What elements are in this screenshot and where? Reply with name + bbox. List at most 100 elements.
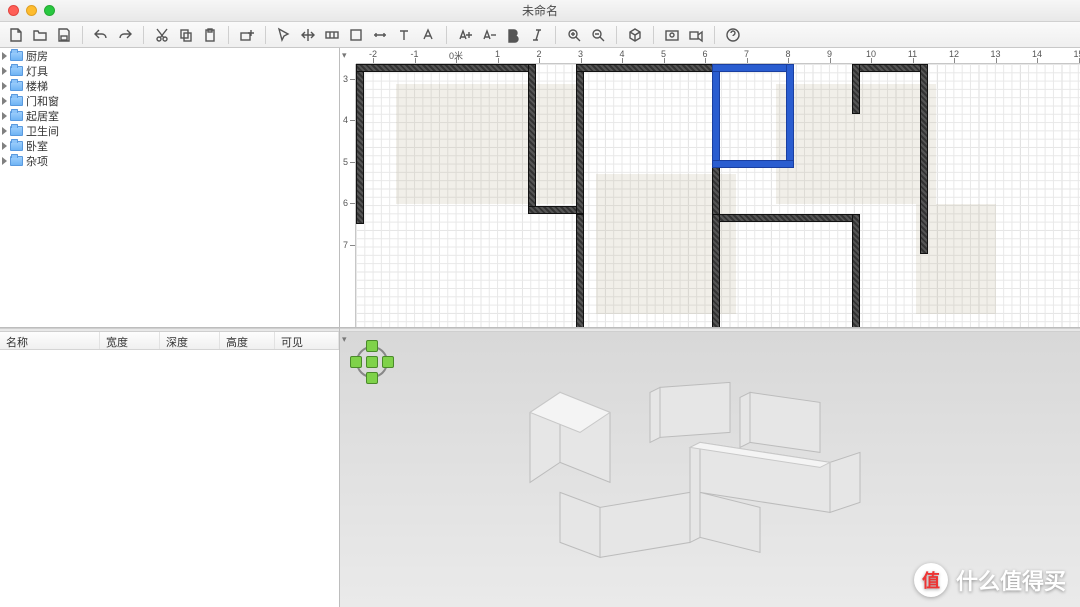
- view-3d[interactable]: ▾: [340, 332, 1080, 607]
- furniture-list-body[interactable]: [0, 350, 339, 607]
- wall-segment[interactable]: [356, 64, 536, 72]
- col-visible[interactable]: 可见: [275, 332, 339, 349]
- pan-icon[interactable]: [298, 25, 318, 45]
- 3d-nav-control[interactable]: [350, 340, 394, 384]
- dimension-icon[interactable]: [370, 25, 390, 45]
- wall-segment-selected[interactable]: [712, 64, 792, 72]
- nav-down-button[interactable]: [366, 372, 378, 384]
- ruler-tick-label: 3: [343, 74, 348, 84]
- expand-icon[interactable]: [2, 82, 7, 90]
- background-image-hint: [916, 204, 996, 314]
- expand-icon[interactable]: [2, 142, 7, 150]
- wall-segment[interactable]: [528, 64, 536, 214]
- catalog-item-label: 门和窗: [26, 93, 59, 109]
- nav-right-button[interactable]: [382, 356, 394, 368]
- catalog-item[interactable]: 灯具: [0, 63, 339, 78]
- minimize-window-button[interactable]: [26, 5, 37, 16]
- room-icon[interactable]: [346, 25, 366, 45]
- col-width[interactable]: 宽度: [100, 332, 160, 349]
- folder-icon: [10, 51, 23, 61]
- ruler-tick-label: 12: [949, 49, 959, 59]
- zoom-out-icon[interactable]: [588, 25, 608, 45]
- watermark: 值 什么值得买: [914, 563, 1066, 597]
- catalog-item-label: 卫生间: [26, 123, 59, 139]
- col-depth[interactable]: 深度: [160, 332, 220, 349]
- new-file-icon[interactable]: [6, 25, 26, 45]
- ruler-tick-label: 4: [619, 49, 624, 59]
- text-style-icon[interactable]: [418, 25, 438, 45]
- video-icon[interactable]: [686, 25, 706, 45]
- watermark-badge: 值: [914, 563, 948, 597]
- select-icon[interactable]: [274, 25, 294, 45]
- col-height[interactable]: 高度: [220, 332, 275, 349]
- right-column: ▾ 0米-1-2123456789101112131415 34567 ▾: [340, 48, 1080, 607]
- wall-segment[interactable]: [920, 64, 928, 254]
- redo-icon[interactable]: [115, 25, 135, 45]
- wall-segment[interactable]: [356, 64, 364, 224]
- open-icon[interactable]: [30, 25, 50, 45]
- collapse-plan-icon[interactable]: ▾: [342, 50, 352, 60]
- italic-icon[interactable]: [527, 25, 547, 45]
- bold-icon[interactable]: [503, 25, 523, 45]
- decrease-text-icon[interactable]: [479, 25, 499, 45]
- toolbar-separator: [714, 26, 715, 44]
- nav-left-button[interactable]: [350, 356, 362, 368]
- nav-up-button[interactable]: [366, 340, 378, 352]
- wall-segment[interactable]: [576, 214, 584, 328]
- catalog-item[interactable]: 起居室: [0, 108, 339, 123]
- window-title: 未命名: [0, 2, 1080, 19]
- catalog-item[interactable]: 卧室: [0, 138, 339, 153]
- wall-segment[interactable]: [576, 64, 584, 214]
- wall-icon[interactable]: [322, 25, 342, 45]
- increase-text-icon[interactable]: [455, 25, 475, 45]
- text-icon[interactable]: [394, 25, 414, 45]
- main-area: 厨房灯具楼梯门和窗起居室卫生间卧室杂项 名称 宽度 深度 高度 可见 ▾ 0米-…: [0, 48, 1080, 607]
- paste-icon[interactable]: [200, 25, 220, 45]
- ruler-tick-label: 15: [1073, 49, 1080, 59]
- expand-icon[interactable]: [2, 97, 7, 105]
- expand-icon[interactable]: [2, 67, 7, 75]
- furniture-catalog-tree[interactable]: 厨房灯具楼梯门和窗起居室卫生间卧室杂项: [0, 48, 339, 328]
- expand-icon[interactable]: [2, 157, 7, 165]
- expand-icon[interactable]: [2, 127, 7, 135]
- titlebar: 未命名: [0, 0, 1080, 22]
- plan-2d-view[interactable]: ▾ 0米-1-2123456789101112131415 34567: [340, 48, 1080, 328]
- ruler-tick-label: 6: [702, 49, 707, 59]
- wall-segment[interactable]: [712, 214, 720, 328]
- close-window-button[interactable]: [8, 5, 19, 16]
- catalog-item[interactable]: 门和窗: [0, 93, 339, 108]
- ruler-tick-label: 7: [343, 240, 348, 250]
- catalog-item[interactable]: 楼梯: [0, 78, 339, 93]
- expand-icon[interactable]: [2, 112, 7, 120]
- copy-icon[interactable]: [176, 25, 196, 45]
- wall-segment[interactable]: [712, 214, 860, 222]
- background-image-hint: [396, 84, 576, 204]
- col-name[interactable]: 名称: [0, 332, 100, 349]
- wall-segment[interactable]: [852, 64, 860, 114]
- toolbar-separator: [82, 26, 83, 44]
- cut-icon[interactable]: [152, 25, 172, 45]
- catalog-item[interactable]: 卫生间: [0, 123, 339, 138]
- expand-icon[interactable]: [2, 52, 7, 60]
- wall-segment[interactable]: [852, 64, 928, 72]
- wall-segment[interactable]: [576, 64, 716, 72]
- catalog-item[interactable]: 杂项: [0, 153, 339, 168]
- ruler-tick-label: 7: [744, 49, 749, 59]
- folder-icon: [10, 156, 23, 166]
- wall-segment[interactable]: [852, 214, 860, 328]
- catalog-item[interactable]: 厨房: [0, 48, 339, 63]
- help-icon[interactable]: [723, 25, 743, 45]
- nav-center-button[interactable]: [366, 356, 378, 368]
- zoom-in-icon[interactable]: [564, 25, 584, 45]
- 3d-icon[interactable]: [625, 25, 645, 45]
- zoom-window-button[interactable]: [44, 5, 55, 16]
- undo-icon[interactable]: [91, 25, 111, 45]
- photo-icon[interactable]: [662, 25, 682, 45]
- wall-segment-selected[interactable]: [712, 64, 720, 164]
- save-icon[interactable]: [54, 25, 74, 45]
- ruler-tick-label: 8: [785, 49, 790, 59]
- add-furniture-icon[interactable]: [237, 25, 257, 45]
- wall-segment-selected[interactable]: [786, 64, 794, 164]
- vertical-ruler: 34567: [340, 64, 356, 327]
- wall-segment-selected[interactable]: [712, 160, 794, 168]
